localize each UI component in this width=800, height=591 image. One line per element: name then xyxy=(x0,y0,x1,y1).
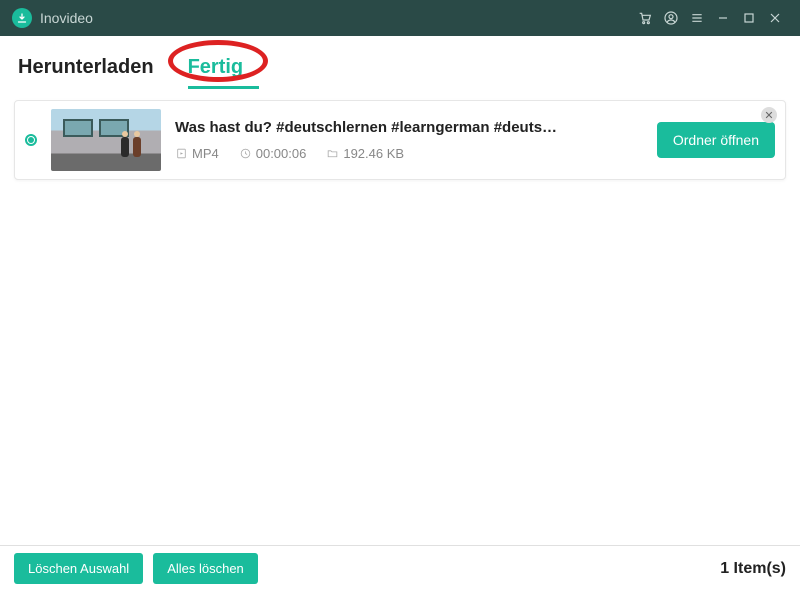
download-item: Was hast du? #deutschlernen #learngerman… xyxy=(14,100,786,180)
meta-duration: 00:00:06 xyxy=(239,146,307,161)
select-radio[interactable] xyxy=(25,134,37,146)
item-meta: MP4 00:00:06 192.46 KB xyxy=(175,146,657,161)
folder-icon xyxy=(326,147,339,160)
minimize-icon[interactable] xyxy=(710,5,736,31)
remove-item-icon[interactable]: ✕ xyxy=(761,107,777,123)
format-value: MP4 xyxy=(192,146,219,161)
video-thumbnail xyxy=(51,109,161,171)
delete-selection-button[interactable]: Löschen Auswahl xyxy=(14,553,143,584)
cart-icon[interactable] xyxy=(632,5,658,31)
open-folder-button[interactable]: Ordner öffnen xyxy=(657,122,775,158)
delete-all-button[interactable]: Alles löschen xyxy=(153,553,258,584)
tab-done[interactable]: Fertig xyxy=(170,44,260,89)
tabs: Herunterladen Fertig xyxy=(0,36,800,90)
size-value: 192.46 KB xyxy=(343,146,404,161)
clock-icon xyxy=(239,147,252,160)
item-count: 1 Item(s) xyxy=(720,560,786,578)
tab-download[interactable]: Herunterladen xyxy=(18,44,170,89)
content-area: Was hast du? #deutschlernen #learngerman… xyxy=(0,90,800,545)
app-name: Inovideo xyxy=(40,10,93,26)
close-icon[interactable] xyxy=(762,5,788,31)
video-file-icon xyxy=(175,147,188,160)
maximize-icon[interactable] xyxy=(736,5,762,31)
user-icon[interactable] xyxy=(658,5,684,31)
menu-icon[interactable] xyxy=(684,5,710,31)
duration-value: 00:00:06 xyxy=(256,146,307,161)
app-logo xyxy=(12,8,32,28)
titlebar: Inovideo xyxy=(0,0,800,36)
download-arrow-icon xyxy=(16,12,28,24)
item-title: Was hast du? #deutschlernen #learngerman… xyxy=(175,119,657,136)
meta-format: MP4 xyxy=(175,146,219,161)
meta-size: 192.46 KB xyxy=(326,146,404,161)
item-body: Was hast du? #deutschlernen #learngerman… xyxy=(175,119,657,161)
footer: Löschen Auswahl Alles löschen 1 Item(s) xyxy=(0,545,800,591)
